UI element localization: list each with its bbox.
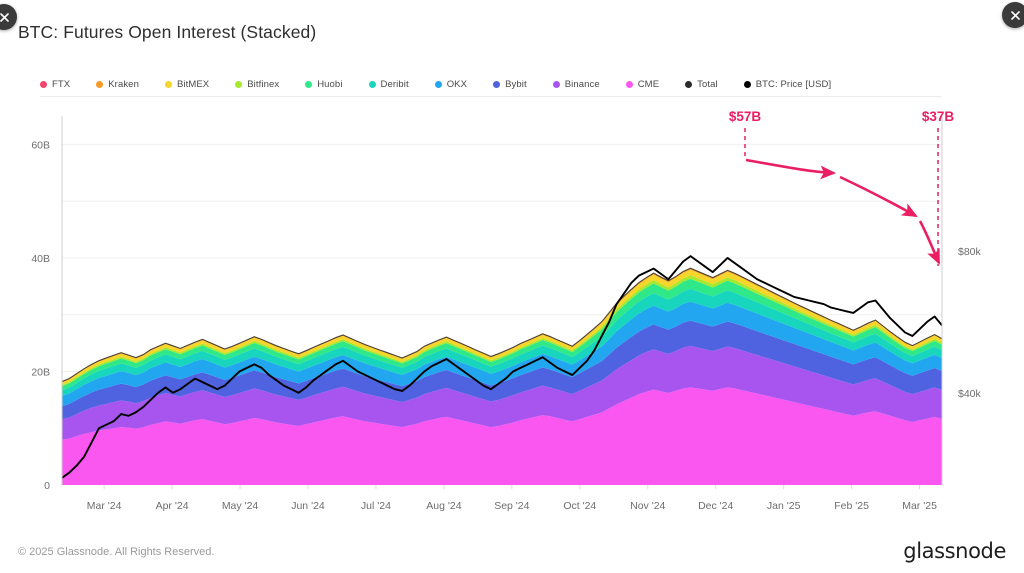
glassnode-logo: glassnode: [903, 539, 1006, 563]
x-tick-label: Apr '24: [156, 500, 189, 512]
y-tick-label-left: 20B: [31, 366, 50, 378]
x-tick-label: Mar '24: [87, 500, 122, 512]
x-tick-label: May '24: [222, 500, 259, 512]
y-axis-left-ticks: 0 20B 40B 60B: [31, 139, 50, 492]
annotation-label: $37B: [922, 109, 955, 124]
x-tick-label: Sep '24: [494, 500, 529, 512]
annotation-arrow-2: [840, 177, 916, 216]
y-tick-label-left: 60B: [31, 139, 50, 151]
x-tick-label: Jun '24: [291, 500, 325, 512]
annotation-layer: $57B $37B: [729, 109, 955, 266]
annotation-label: $57B: [729, 109, 762, 124]
x-tick-label: Oct '24: [563, 500, 596, 512]
x-tick-label: Jul '24: [361, 500, 391, 512]
chart-plot-area: 0 20B 40B 60B $40k $80k Mar '24 Apr '24 May '24 J…: [0, 0, 1024, 573]
y-axis-right-ticks: $40k $80k: [958, 246, 982, 400]
y-tick-label-left: 40B: [31, 253, 50, 265]
annotation-arrow-3: [920, 221, 939, 263]
chart-page: BTC: Futures Open Interest (Stacked) FTX…: [0, 0, 1024, 573]
stacked-area-chart[interactable]: 0 20B 40B 60B $40k $80k Mar '24 Apr '24 May '24 J…: [0, 0, 1024, 573]
x-tick-label: Mar '25: [902, 500, 937, 512]
x-tick-label: Dec '24: [698, 500, 733, 512]
x-axis-ticks: Mar '24 Apr '24 May '24 Jun '24 Jul '24 Aug '…: [87, 485, 937, 512]
y-tick-label-left: 0: [44, 480, 50, 492]
x-tick-label: Nov '24: [630, 500, 665, 512]
annotation-arrow-1: [746, 160, 834, 173]
x-tick-label: Jan '25: [767, 500, 801, 512]
y-tick-label-right: $80k: [958, 246, 982, 258]
x-tick-label: Aug '24: [426, 500, 461, 512]
x-tick-label: Feb '25: [834, 500, 869, 512]
copyright-text: © 2025 Glassnode. All Rights Reserved.: [18, 546, 214, 558]
y-tick-label-right: $40k: [958, 388, 982, 400]
